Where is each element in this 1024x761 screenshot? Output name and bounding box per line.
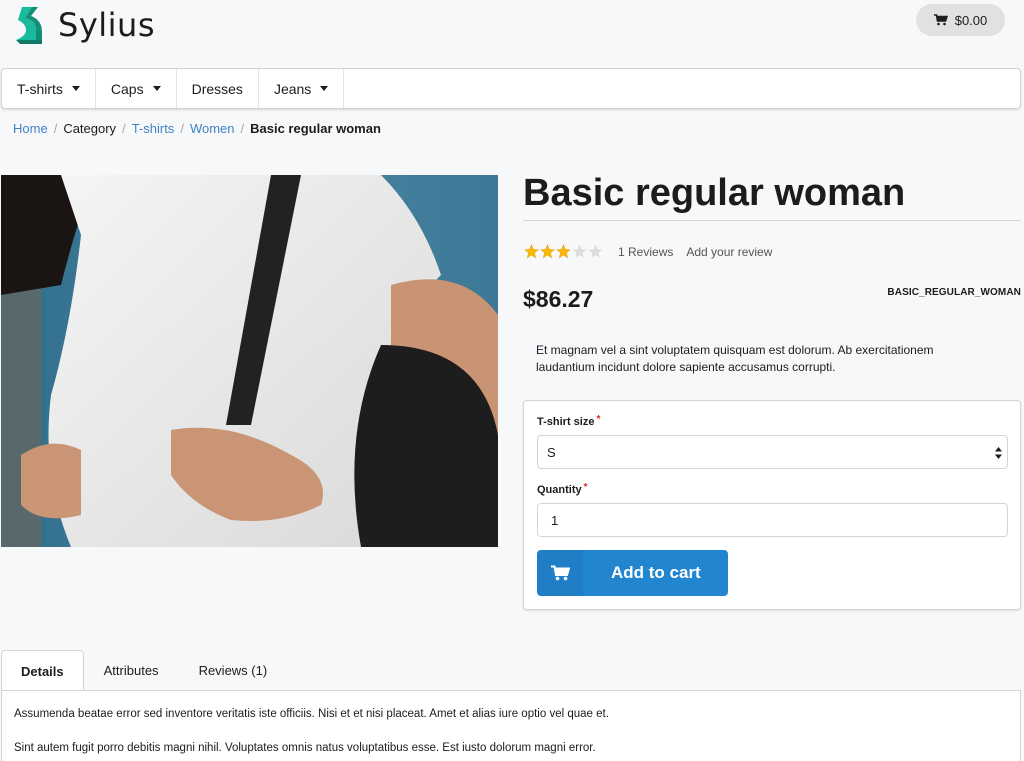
quantity-input[interactable] bbox=[537, 503, 1008, 537]
product-description: Et magnam vel a sint voluptatem quisquam… bbox=[536, 343, 934, 374]
select-arrows-icon bbox=[995, 447, 1002, 459]
category-menu: T-shirts Caps Dresses Jeans bbox=[1, 68, 1021, 109]
product-image[interactable] bbox=[1, 175, 498, 547]
product-price: $86.27 bbox=[523, 286, 594, 312]
title-divider bbox=[523, 220, 1021, 221]
menu-item-dresses[interactable]: Dresses bbox=[177, 69, 259, 108]
breadcrumb-separator: / bbox=[122, 121, 126, 136]
breadcrumb-home[interactable]: Home bbox=[13, 121, 48, 136]
required-asterisk: * bbox=[583, 482, 588, 493]
breadcrumb-current: Basic regular woman bbox=[250, 121, 381, 136]
breadcrumb-women[interactable]: Women bbox=[190, 121, 235, 136]
caret-down-icon bbox=[320, 86, 329, 91]
details-paragraph: Assumenda beatae error sed inventore ver… bbox=[14, 708, 609, 720]
cart-button[interactable]: $0.00 bbox=[916, 4, 1005, 36]
breadcrumb: Home / Category / T-shirts / Women / Bas… bbox=[13, 121, 381, 136]
shopping-cart-icon bbox=[933, 14, 948, 26]
star-icon bbox=[540, 244, 555, 259]
menu-item-tshirts[interactable]: T-shirts bbox=[2, 69, 96, 108]
product-title: Basic regular woman bbox=[523, 172, 906, 214]
breadcrumb-tshirts[interactable]: T-shirts bbox=[132, 121, 175, 136]
breadcrumb-category: Category bbox=[63, 121, 117, 136]
add-to-cart-button[interactable]: Add to cart bbox=[537, 550, 728, 596]
size-select-value: S bbox=[547, 444, 556, 460]
required-asterisk: * bbox=[596, 414, 601, 425]
size-field-label: T-shirt size * bbox=[537, 414, 601, 428]
star-empty-icon bbox=[572, 244, 587, 258]
logo[interactable]: Sylius bbox=[12, 4, 155, 46]
product-rating: 1 Reviews Add your review bbox=[524, 244, 772, 259]
tab-reviews[interactable]: Reviews (1) bbox=[179, 650, 288, 691]
add-to-cart-form: T-shirt size* S Quantity* Add to cart bbox=[523, 400, 1021, 610]
tab-attributes[interactable]: Attributes bbox=[84, 650, 179, 691]
details-paragraph: Sint autem fugit porro debitis magni nih… bbox=[14, 742, 596, 754]
add-review-link[interactable]: Add your review bbox=[686, 245, 772, 259]
reviews-count[interactable]: 1 Reviews bbox=[618, 245, 673, 259]
quantity-field-label: Quantity * bbox=[537, 482, 588, 496]
add-to-cart-icon-wrap bbox=[537, 550, 583, 596]
menu-item-label: Caps bbox=[110, 80, 144, 97]
star-empty-icon bbox=[588, 244, 603, 258]
menu-item-label: Jeans bbox=[273, 80, 312, 97]
add-to-cart-label: Add to cart bbox=[611, 563, 701, 582]
caret-down-icon bbox=[152, 86, 161, 91]
product-sku: BASIC_REGULAR_WOMAN bbox=[887, 287, 1021, 298]
star-icon bbox=[556, 244, 571, 259]
breadcrumb-separator: / bbox=[240, 121, 245, 136]
tab-details[interactable]: Details bbox=[1, 650, 84, 692]
sylius-logo-icon bbox=[16, 7, 42, 44]
menu-item-caps[interactable]: Caps bbox=[96, 69, 177, 108]
quantity-label-text: Quantity bbox=[537, 484, 582, 496]
star-icon bbox=[524, 244, 539, 259]
rating-stars bbox=[524, 244, 603, 259]
cart-total: $0.00 bbox=[954, 12, 988, 28]
product-tabs: Details Attributes Reviews (1) bbox=[1, 650, 1021, 692]
menu-item-jeans[interactable]: Jeans bbox=[259, 69, 345, 108]
breadcrumb-separator: / bbox=[180, 121, 184, 136]
logo-text: Sylius bbox=[58, 6, 155, 44]
menu-item-label: Dresses bbox=[191, 80, 243, 97]
caret-down-icon bbox=[71, 86, 80, 91]
breadcrumb-separator: / bbox=[53, 121, 58, 136]
size-label-text: T-shirt size bbox=[537, 416, 595, 428]
shopping-cart-icon bbox=[550, 565, 570, 581]
tshirt-size-select[interactable]: S bbox=[537, 435, 1008, 469]
menu-item-label: T-shirts bbox=[17, 80, 63, 97]
details-panel: Assumenda beatae error sed inventore ver… bbox=[1, 690, 1021, 761]
product-photo bbox=[1, 175, 498, 547]
site-header: Sylius $0.00 bbox=[0, 0, 1024, 62]
